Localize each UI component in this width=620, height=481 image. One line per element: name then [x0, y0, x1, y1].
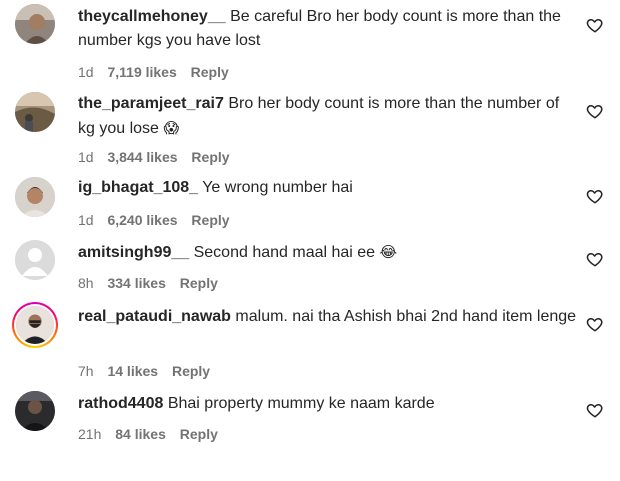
comment-username[interactable]: real_pataudi_nawab: [78, 308, 231, 325]
comment-username[interactable]: amitsingh99__: [78, 244, 189, 261]
reply-button[interactable]: Reply: [191, 149, 229, 165]
heart-outline-icon[interactable]: [586, 102, 604, 120]
avatar[interactable]: [15, 4, 55, 44]
comment-text: Second hand maal hai ee: [193, 244, 376, 261]
avatar: [16, 306, 54, 344]
comment-meta: 8h 334 likes Reply: [78, 275, 228, 291]
avatar-photo: [15, 177, 55, 217]
comment-text: Bhai property mummy ke naam karde: [167, 395, 435, 412]
reply-button[interactable]: Reply: [172, 363, 210, 379]
heart-outline-icon[interactable]: [586, 187, 604, 205]
comment-time[interactable]: 1d: [78, 64, 94, 80]
face-screaming-emoji: 😱: [163, 119, 180, 137]
comment-text: Ye wrong number hai: [202, 179, 353, 196]
avatar[interactable]: [15, 92, 55, 132]
comment-likes[interactable]: 3,844 likes: [107, 149, 177, 165]
comment-likes[interactable]: 84 likes: [115, 426, 166, 442]
comment-time[interactable]: 7h: [78, 363, 94, 379]
comment-meta: 1d 7,119 likes Reply: [78, 64, 239, 80]
comment-username[interactable]: theycallmehoney__: [78, 8, 226, 25]
comment-username[interactable]: ig_bhagat_108_: [78, 179, 198, 196]
comment-likes[interactable]: 6,240 likes: [107, 212, 177, 228]
comment-likes[interactable]: 7,119 likes: [107, 64, 176, 80]
avatar-photo: [16, 306, 54, 344]
comment-body: theycallmehoney__ Be careful Bro her bod…: [78, 5, 578, 53]
heart-outline-icon[interactable]: [586, 250, 604, 268]
story-ring[interactable]: [12, 302, 58, 348]
reply-button[interactable]: Reply: [191, 212, 229, 228]
comment-username[interactable]: the_paramjeet_rai7: [78, 95, 224, 112]
comment-time[interactable]: 1d: [78, 212, 94, 228]
comment-meta: 21h 84 likes Reply: [78, 426, 228, 442]
reply-button[interactable]: Reply: [180, 275, 218, 291]
comment-likes[interactable]: 334 likes: [107, 275, 165, 291]
tears-of-joy-emoji: 😂: [379, 243, 398, 261]
comment-meta: 1d 3,844 likes Reply: [78, 149, 240, 165]
comment-likes[interactable]: 14 likes: [107, 363, 158, 379]
heart-outline-icon[interactable]: [586, 16, 604, 34]
avatar-photo: [15, 4, 55, 44]
comment-text: malum. nai tha Ashish bhai 2nd hand item…: [235, 308, 577, 325]
comment-body: amitsingh99__ Second hand maal hai ee 😂: [78, 240, 578, 265]
comment-body: real_pataudi_nawab malum. nai tha Ashish…: [78, 305, 578, 329]
avatar[interactable]: [15, 177, 55, 217]
comment-meta: 7h 14 likes Reply: [78, 363, 220, 379]
comment-body: the_paramjeet_rai7 Bro her body count is…: [78, 92, 578, 141]
avatar-photo: [15, 391, 55, 431]
comment-username[interactable]: rathod4408: [78, 395, 163, 412]
comment-time[interactable]: 1d: [78, 149, 94, 165]
comment-body: rathod4408 Bhai property mummy ke naam k…: [78, 392, 578, 416]
comment-body: ig_bhagat_108_ Ye wrong number hai: [78, 176, 578, 200]
reply-button[interactable]: Reply: [191, 64, 229, 80]
comment-meta: 1d 6,240 likes Reply: [78, 212, 240, 228]
avatar-photo: [15, 92, 55, 132]
comment-time[interactable]: 21h: [78, 426, 101, 442]
avatar[interactable]: [15, 391, 55, 431]
default-avatar-icon: [15, 240, 55, 280]
comment-time[interactable]: 8h: [78, 275, 94, 291]
heart-outline-icon[interactable]: [586, 315, 604, 333]
reply-button[interactable]: Reply: [180, 426, 218, 442]
avatar[interactable]: [15, 240, 55, 280]
heart-outline-icon[interactable]: [586, 401, 604, 419]
